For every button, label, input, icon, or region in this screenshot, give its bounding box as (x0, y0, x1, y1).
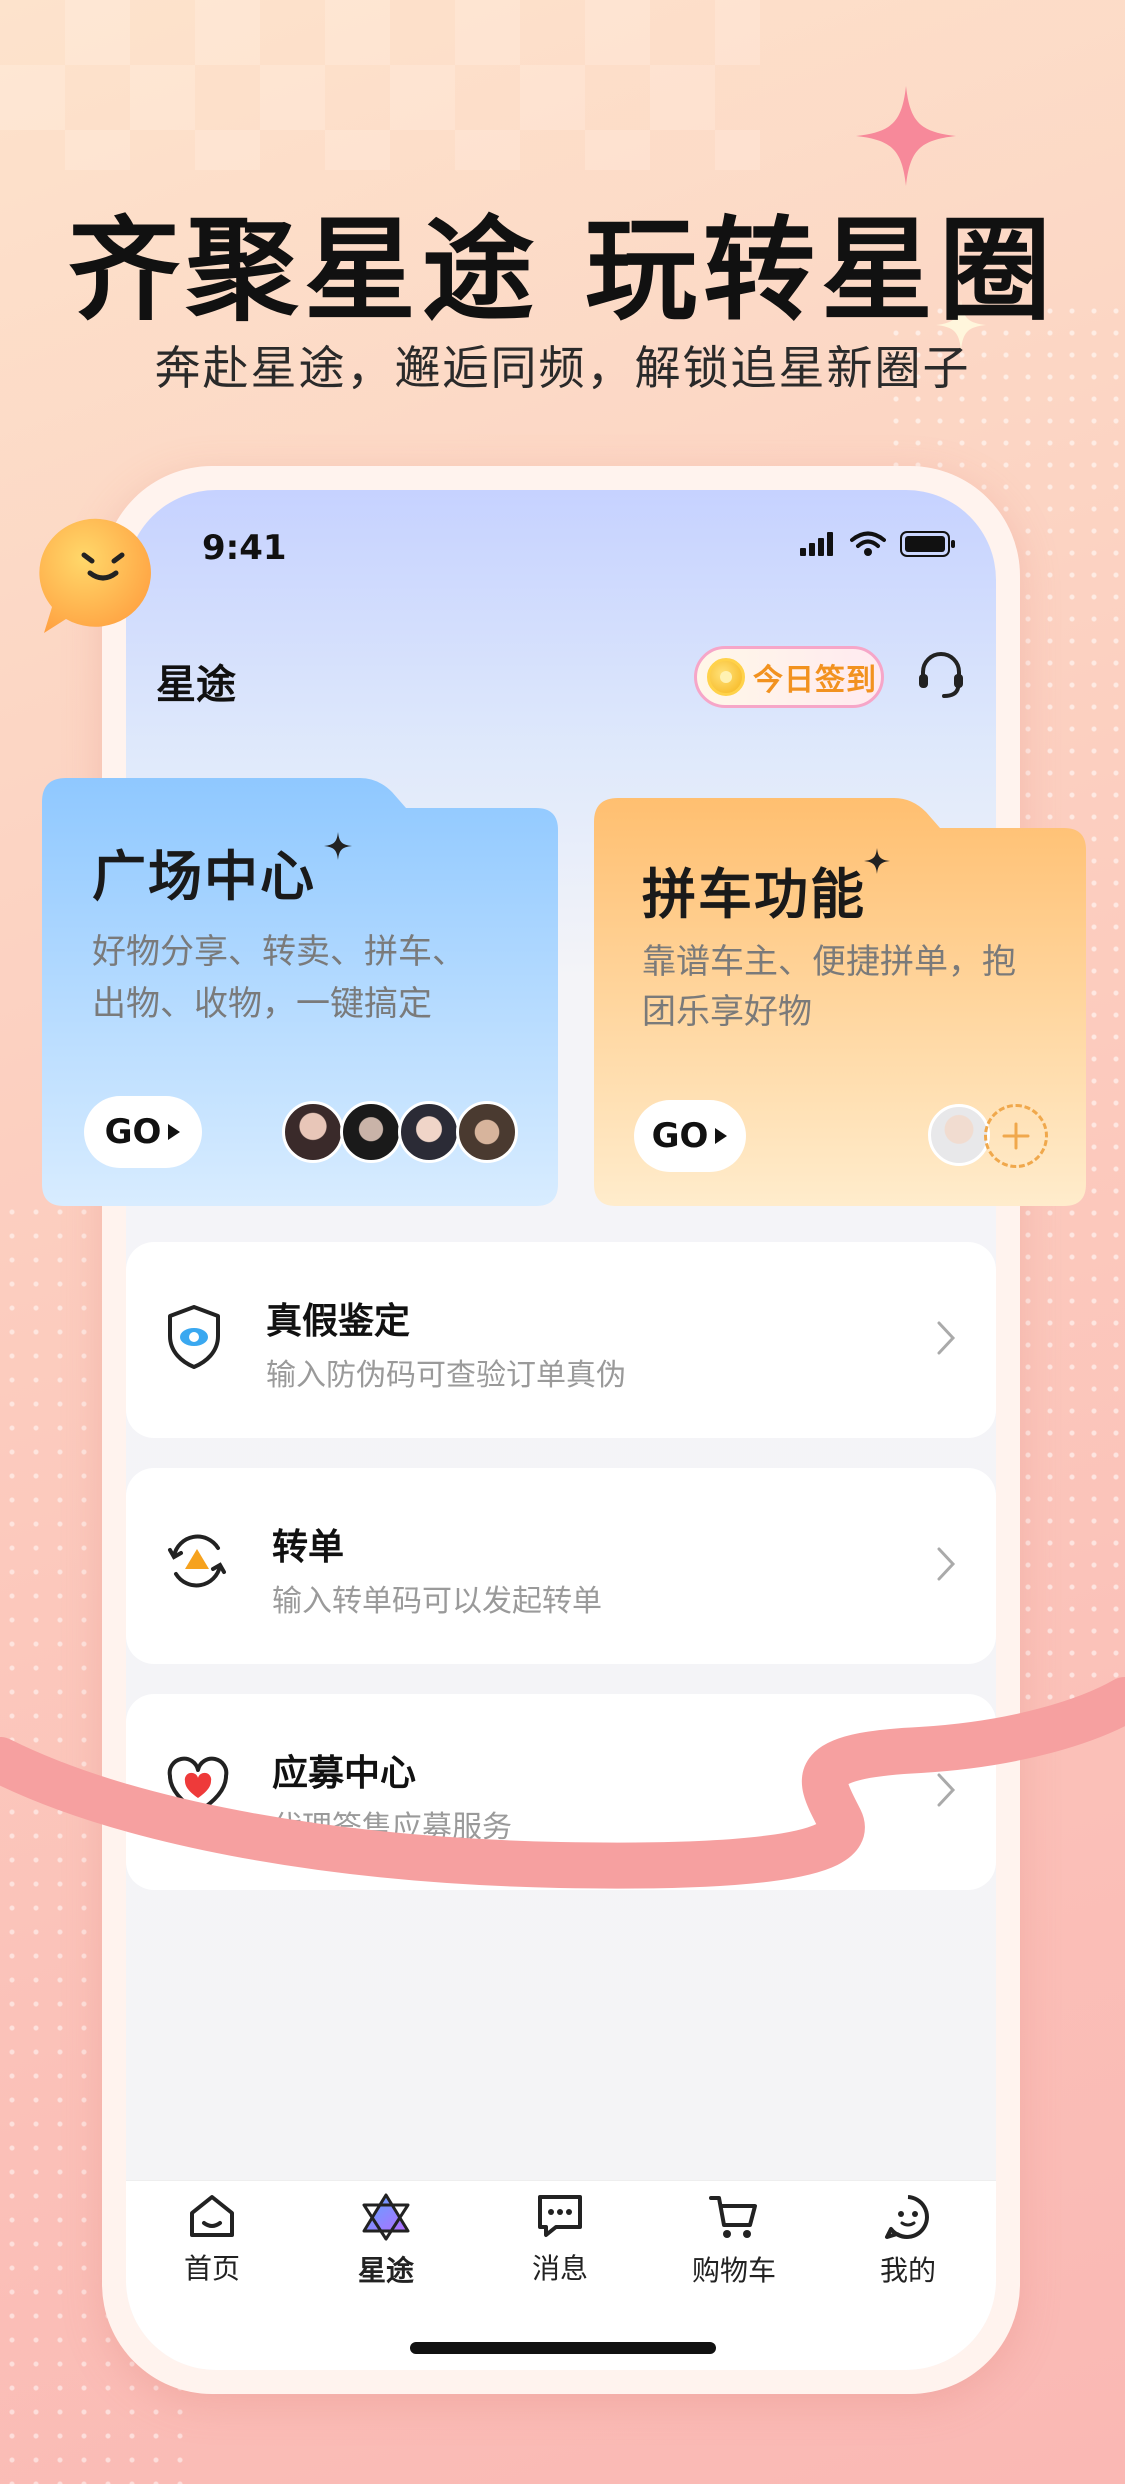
feature-card-carpool[interactable]: 拼车功能 靠谱车主、便捷拼单，抱 团乐享好物 GO (594, 798, 1086, 1206)
sparkle-icon (324, 832, 352, 860)
add-avatar-button[interactable] (984, 1104, 1048, 1168)
feature-card-desc-line2: 出物、收物，一键搞定 (92, 984, 432, 1024)
menu-title: 真假鉴定 (266, 1301, 411, 1342)
checker-pattern (0, 0, 760, 170)
promo-headline: 齐聚星途 玩转星圈 (68, 206, 1057, 336)
signal-icon (800, 532, 833, 556)
customer-service-icon[interactable] (916, 650, 966, 702)
plus-icon (1002, 1122, 1030, 1150)
home-indicator (410, 2342, 716, 2354)
go-label: GO (651, 1116, 709, 1156)
go-button[interactable]: GO (84, 1096, 202, 1168)
menu-item-transfer[interactable]: 转单 输入转单码可以发起转单 (126, 1468, 996, 1664)
home-icon (190, 2195, 234, 2237)
tab-label: 我的 (879, 2254, 936, 2287)
tab-label: 星途 (357, 2254, 414, 2287)
feature-card-title: 拼车功能 (642, 863, 866, 926)
checkin-label: 今日签到 (753, 663, 877, 698)
decorative-ribbon (0, 1677, 1125, 1889)
menu-subtitle: 输入防伪码可查验订单真伪 (266, 1358, 626, 1393)
star-icon (362, 2193, 410, 2241)
tab-messages[interactable]: 消息 (490, 2193, 630, 2287)
status-icons (800, 530, 956, 558)
profile-icon (885, 2195, 929, 2239)
avatar (282, 1101, 344, 1163)
wifi-icon (850, 531, 886, 556)
avatar (456, 1101, 518, 1163)
play-arrow-icon (715, 1128, 728, 1144)
go-label: GO (104, 1112, 162, 1152)
page-title: 星途 (156, 662, 236, 708)
shield-eye-icon (168, 1305, 220, 1369)
message-icon (538, 2195, 582, 2237)
status-bar: 9:41 (126, 520, 996, 580)
feature-card-desc-line1: 靠谱车主、便捷拼单，抱 (642, 942, 1016, 982)
checkin-button[interactable]: 今日签到 (694, 646, 884, 708)
tab-label: 消息 (531, 2252, 588, 2285)
feature-card-desc-line1: 好物分享、转卖、拼车、 (92, 932, 466, 972)
sparkle-icon (864, 848, 890, 874)
menu-item-authentication[interactable]: 真假鉴定 输入防伪码可查验订单真伪 (126, 1242, 996, 1438)
feature-card-title: 广场中心 (92, 845, 316, 908)
go-button[interactable]: GO (634, 1100, 746, 1172)
menu-subtitle: 输入转单码可以发起转单 (272, 1584, 602, 1619)
tab-label: 首页 (183, 2252, 240, 2285)
tab-label: 购物车 (691, 2254, 776, 2287)
status-time: 9:41 (202, 528, 287, 568)
phone-screen: 9:41 星途 今日签到 真假鉴定 输入防伪码可查验订单真伪 转单 输入转单码可… (126, 490, 996, 2370)
tab-cart[interactable]: 购物车 (664, 2193, 804, 2289)
promo-subline: 奔赴星途，邂逅同频，解锁追星新圈子 (154, 341, 971, 395)
feature-card-plaza[interactable]: 广场中心 好物分享、转卖、拼车、 出物、收物，一键搞定 GO (42, 778, 558, 1206)
avatar (398, 1101, 460, 1163)
tab-home[interactable]: 首页 (142, 2193, 282, 2287)
tab-profile[interactable]: 我的 (838, 2193, 978, 2289)
chevron-right-icon (937, 1321, 956, 1355)
sparkle-icon (856, 86, 956, 186)
tab-xingtu[interactable]: 星途 (316, 2193, 456, 2289)
menu-title: 转单 (272, 1527, 345, 1568)
avatar (340, 1101, 402, 1163)
feature-card-desc-line2: 团乐享好物 (642, 992, 812, 1032)
cart-icon (709, 2196, 757, 2238)
mascot-icon (39, 518, 151, 633)
transfer-icon (168, 1534, 226, 1588)
play-arrow-icon (168, 1124, 181, 1140)
chevron-right-icon (937, 1547, 956, 1581)
battery-icon (900, 531, 955, 557)
avatar (928, 1104, 990, 1166)
coin-icon (707, 658, 745, 696)
